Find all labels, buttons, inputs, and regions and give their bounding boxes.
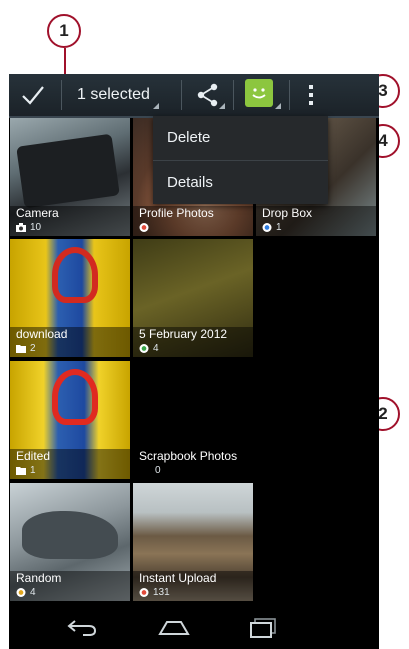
picasa-icon	[139, 344, 149, 353]
done-check-icon[interactable]	[21, 84, 45, 106]
album-count: 4	[30, 587, 36, 598]
recent-apps-icon[interactable]	[249, 617, 279, 639]
album-count: 131	[153, 587, 170, 598]
album-count: 2	[30, 343, 36, 354]
album-name: Scrapbook Photos	[139, 449, 238, 463]
menu-item-delete[interactable]: Delete	[153, 116, 328, 160]
album-count: 0	[155, 465, 161, 476]
red-ring-photo	[52, 369, 98, 425]
selection-dropdown-icon[interactable]	[153, 103, 159, 109]
smiley-icon	[252, 88, 266, 99]
album-count: 1	[30, 465, 36, 476]
album-tile-instant-upload[interactable]: Instant Upload 131	[133, 483, 253, 601]
action-bar: 1 selected	[9, 74, 379, 118]
album-name: Profile Photos	[139, 206, 214, 220]
overflow-menu: Delete Details	[153, 116, 328, 204]
share-dropdown-icon[interactable]	[219, 103, 225, 109]
album-name: Random	[16, 571, 62, 585]
menu-item-label: Delete	[167, 129, 211, 146]
album-tile-camera[interactable]: Camera 10	[10, 118, 130, 236]
album-tile-5-february-2012[interactable]: 5 February 2012 4	[133, 239, 253, 357]
phone-photo	[16, 133, 120, 209]
red-ring-photo	[52, 247, 98, 303]
overflow-menu-icon[interactable]	[309, 85, 313, 105]
album-name: Edited	[16, 449, 51, 463]
divider	[233, 80, 234, 110]
divider	[61, 80, 62, 110]
selection-count[interactable]: 1 selected	[77, 86, 150, 104]
camera-icon	[16, 223, 26, 232]
album-name: 5 February 2012	[139, 327, 228, 341]
navigation-bar	[9, 607, 379, 649]
album-tile-scrapbook-photos[interactable]: Scrapbook Photos 0	[133, 361, 253, 479]
album-count: 1	[276, 222, 282, 233]
share-icon[interactable]	[197, 83, 219, 107]
callout-1: 1	[47, 14, 81, 48]
picasa-icon	[262, 223, 272, 232]
folder-icon	[16, 345, 26, 353]
album-name: Drop Box	[262, 206, 313, 220]
picasa-icon	[16, 588, 26, 597]
album-count: 10	[30, 222, 42, 233]
album-tile-download[interactable]: download 2	[10, 239, 130, 357]
picasa-icon	[139, 588, 149, 597]
album-tile-random[interactable]: Random 4	[10, 483, 130, 601]
album-tile-edited[interactable]: Edited 1	[10, 361, 130, 479]
home-icon[interactable]	[157, 617, 191, 637]
phone-screen: 1 selected Camera 10 Profile Photos Drop…	[9, 74, 379, 649]
album-name: Instant Upload	[139, 571, 217, 585]
picasa-icon	[139, 223, 149, 232]
album-count: 4	[153, 343, 159, 354]
divider	[181, 80, 182, 110]
divider	[289, 80, 290, 110]
menu-item-details[interactable]: Details	[153, 161, 328, 205]
messaging-app-icon[interactable]	[245, 79, 273, 107]
messaging-dropdown-icon[interactable]	[275, 103, 281, 109]
folder-icon	[16, 467, 26, 475]
menu-item-label: Details	[167, 174, 213, 191]
back-icon[interactable]	[65, 617, 99, 637]
album-name: download	[16, 327, 68, 341]
album-name: Camera	[16, 206, 59, 220]
